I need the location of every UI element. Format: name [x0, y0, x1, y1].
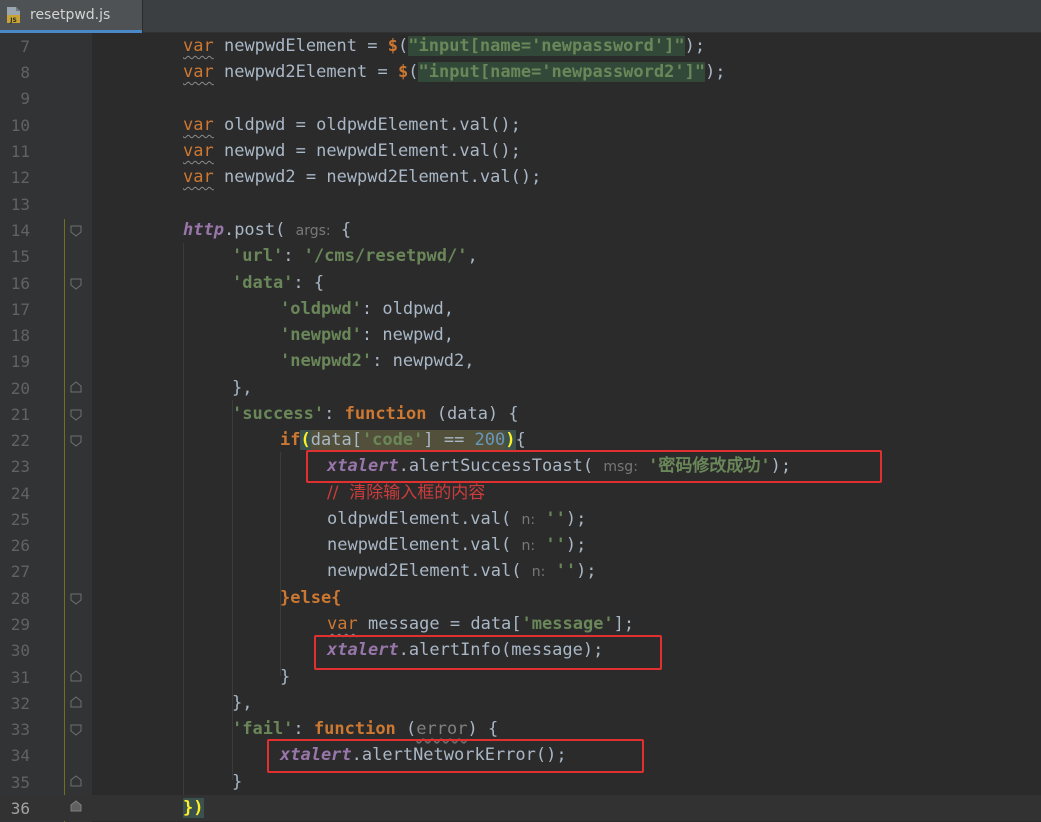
code-text: newpwd2Element.val( n: ''); [327, 561, 597, 581]
code-text: var oldpwd = oldpwdElement.val(); [183, 115, 521, 135]
code-text: 'newpwd': newpwd, [280, 325, 455, 345]
code-line: 19 'newpwd2': newpwd2, [0, 348, 1041, 374]
code-text: var message = data['message']; [327, 614, 635, 634]
code-text: http.post( args: { [183, 220, 352, 240]
code-text: var newpwd2Element = $("input[name='newp… [183, 62, 726, 82]
line-number: 33 [10, 720, 30, 739]
code-text: } [280, 667, 291, 687]
fold-collapse-icon[interactable] [70, 593, 82, 605]
code-text: var newpwd = newpwdElement.val(); [183, 141, 521, 161]
line-number: 15 [10, 247, 30, 266]
code-text: }) [183, 798, 204, 818]
code-text: if(data['code'] == 200){ [280, 430, 526, 450]
code-line: 10 var oldpwd = oldpwdElement.val(); [0, 112, 1041, 138]
code-line: 18 'newpwd': newpwd, [0, 322, 1041, 348]
fold-expand-end-icon[interactable] [70, 775, 82, 787]
line-number: 34 [10, 746, 30, 765]
code-line: 14 http.post( args: { [0, 217, 1041, 243]
line-number: 36 [10, 799, 30, 818]
javascript-file-icon: JS [7, 7, 20, 24]
line-number: 17 [10, 300, 30, 319]
line-number: 13 [10, 195, 30, 214]
line-number: 20 [10, 379, 30, 398]
editor-tab-bar: JS resetpwd.js [0, 0, 1041, 33]
code-line: 29 var message = data['message']; [0, 611, 1041, 637]
line-number: 32 [10, 694, 30, 713]
code-line: 26 newpwdElement.val( n: ''); [0, 532, 1041, 558]
code-line-current: 36 }) [0, 795, 1041, 821]
line-number: 30 [10, 641, 30, 660]
code-text: 'newpwd2': newpwd2, [280, 351, 475, 371]
line-number: 7 [20, 37, 30, 56]
code-text: var newpwdElement = $("input[name='newpa… [183, 36, 706, 56]
code-line: 27 newpwd2Element.val( n: ''); [0, 558, 1041, 584]
annotation-box [314, 635, 662, 670]
fold-collapse-icon[interactable] [70, 724, 82, 736]
line-number: 29 [10, 615, 30, 634]
line-number: 19 [10, 352, 30, 371]
line-number: 35 [10, 773, 30, 792]
code-text: 'oldpwd': oldpwd, [280, 299, 455, 319]
code-text: 'fail': function (error) { [232, 719, 499, 739]
code-line: 15 'url': '/cms/resetpwd/', [0, 243, 1041, 269]
line-number: 8 [20, 63, 30, 82]
code-line: 17 'oldpwd': oldpwd, [0, 296, 1041, 322]
line-number: 25 [10, 510, 30, 529]
line-number: 14 [10, 221, 30, 240]
line-number: 27 [10, 562, 30, 581]
code-line: 13 [0, 191, 1041, 217]
line-number: 22 [10, 431, 30, 450]
code-line: 8 var newpwd2Element = $("input[name='ne… [0, 59, 1041, 85]
code-text: var newpwd2 = newpwd2Element.val(); [183, 167, 542, 187]
code-line: 12 var newpwd2 = newpwd2Element.val(); [0, 164, 1041, 190]
line-number: 28 [10, 589, 30, 608]
fold-collapse-icon[interactable] [70, 278, 82, 290]
code-line: 20 }, [0, 375, 1041, 401]
fold-expand-end-icon[interactable] [70, 670, 82, 682]
line-number: 26 [10, 536, 30, 555]
code-line: 11 var newpwd = newpwdElement.val(); [0, 138, 1041, 164]
code-text: }else{ [280, 588, 342, 608]
fold-collapse-icon[interactable] [70, 225, 82, 237]
annotation-box [306, 450, 882, 483]
line-number: 24 [10, 484, 30, 503]
code-line: 7 var newpwdElement = $("input[name='new… [0, 33, 1041, 59]
line-number: 12 [10, 168, 30, 187]
line-number: 9 [20, 89, 30, 108]
code-text: 'url': '/cms/resetpwd/', [232, 246, 478, 266]
code-line: 16 'data': { [0, 270, 1041, 296]
code-line: 21 'success': function (data) { [0, 401, 1041, 427]
code-text: 'data': { [232, 273, 325, 293]
file-tab-resetpwd[interactable]: JS resetpwd.js [0, 0, 143, 33]
annotation-box [267, 739, 644, 773]
code-text: newpwdElement.val( n: ''); [327, 535, 587, 555]
line-number: 16 [10, 274, 30, 293]
code-line: 25 oldpwdElement.val( n: ''); [0, 506, 1041, 532]
fold-expand-end-icon[interactable] [70, 800, 82, 812]
fold-expand-end-icon[interactable] [70, 381, 82, 393]
line-number: 21 [10, 405, 30, 424]
code-line: 28 }else{ [0, 585, 1041, 611]
svg-text:JS: JS [9, 17, 17, 24]
code-text: }, [232, 693, 253, 713]
code-text: 'success': function (data) { [232, 404, 519, 424]
fold-collapse-icon[interactable] [70, 409, 82, 421]
line-number: 11 [10, 142, 30, 161]
fold-collapse-icon[interactable] [70, 435, 82, 447]
code-text: }, [232, 378, 253, 398]
file-tab-label: resetpwd.js [30, 7, 111, 23]
line-number: 31 [10, 668, 30, 687]
code-text: } [232, 772, 243, 792]
line-number: 18 [10, 326, 30, 345]
code-line: 24 // 清除输入框的内容 [0, 480, 1041, 506]
line-number: 10 [10, 116, 30, 135]
line-number: 23 [10, 457, 30, 476]
code-text: oldpwdElement.val( n: ''); [327, 509, 587, 529]
code-line: 32 }, [0, 690, 1041, 716]
fold-expand-end-icon[interactable] [70, 696, 82, 708]
code-comment: // 清除输入框的内容 [327, 483, 486, 503]
code-line: 9 [0, 85, 1041, 111]
